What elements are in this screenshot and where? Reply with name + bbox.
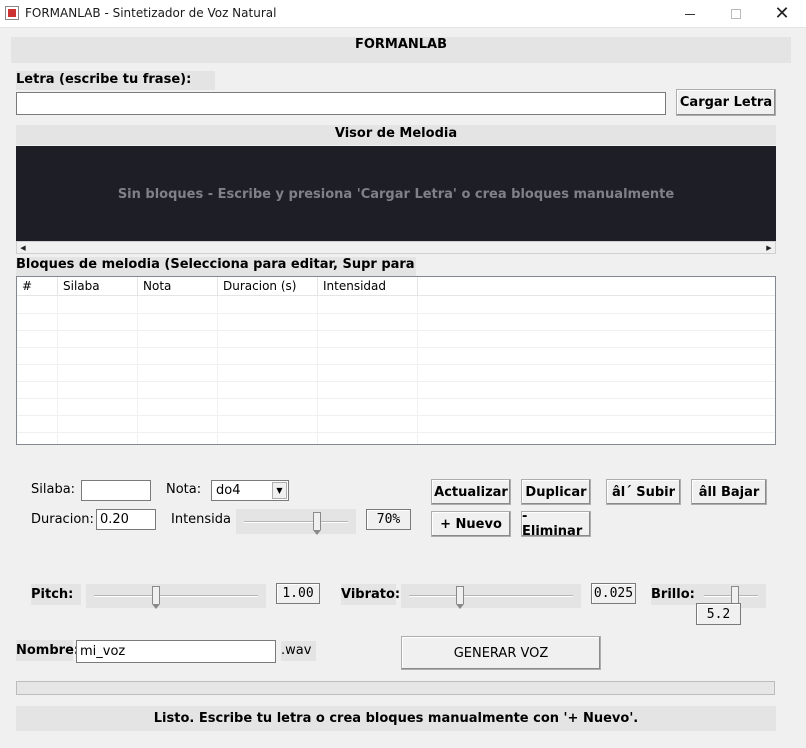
column-header-index[interactable]: # bbox=[17, 277, 58, 295]
pitch-slider-track bbox=[94, 595, 258, 597]
lyrics-label: Letra (escribe tu frase): bbox=[16, 71, 215, 90]
status-bar: Listo. Escribe tu letra o crea bloques m… bbox=[16, 706, 776, 731]
pitch-label: Pitch: bbox=[31, 584, 81, 605]
grid-row bbox=[17, 415, 775, 416]
load-lyrics-button[interactable]: Cargar Letra bbox=[676, 89, 776, 116]
grid-row bbox=[17, 364, 775, 365]
grid-column bbox=[58, 296, 138, 444]
brightness-label: Brillo: bbox=[651, 584, 696, 605]
grid-row bbox=[17, 432, 775, 433]
column-header-duration[interactable]: Duracion (s) bbox=[218, 277, 318, 295]
maximize-icon bbox=[731, 9, 741, 19]
column-header-intensity[interactable]: Intensidad bbox=[318, 277, 418, 295]
move-up-button[interactable]: âl´ Subir bbox=[606, 479, 681, 505]
vibrato-slider-track bbox=[409, 595, 573, 597]
new-block-button[interactable]: + Nuevo bbox=[431, 511, 511, 537]
duration-label: Duracion: bbox=[31, 512, 94, 527]
move-down-button[interactable]: âll Bajar bbox=[691, 479, 767, 505]
status-message: Listo. Escribe tu letra o crea bloques m… bbox=[153, 711, 639, 726]
window-title: FORMANLAB - Sintetizador de Voz Natural bbox=[25, 6, 277, 20]
intensity-slider[interactable] bbox=[236, 509, 356, 535]
grid-row bbox=[17, 398, 775, 399]
intensity-label: Intensida bbox=[171, 512, 232, 527]
minimize-icon bbox=[685, 13, 695, 15]
pitch-value: 1.00 bbox=[276, 583, 320, 604]
app-header-title: FORMANLAB bbox=[354, 37, 448, 52]
syllable-label: Silaba: bbox=[31, 482, 76, 497]
vibrato-slider[interactable] bbox=[401, 584, 581, 609]
note-select-value: do4 bbox=[216, 483, 241, 498]
scroll-left-icon[interactable]: ◀ bbox=[17, 242, 29, 253]
vibrato-value: 0.025 bbox=[591, 583, 636, 604]
brightness-value: 5.2 bbox=[696, 603, 741, 625]
intensity-slider-track bbox=[244, 520, 348, 523]
grid-column bbox=[218, 296, 318, 444]
scroll-right-icon[interactable]: ▶ bbox=[763, 242, 775, 253]
melody-viewer-empty-message: Sin bloques - Escribe y presiona 'Cargar… bbox=[117, 186, 675, 202]
filename-input[interactable] bbox=[76, 640, 276, 663]
melody-viewer-title: Visor de Melodia bbox=[16, 125, 776, 145]
note-select[interactable]: do4 ▼ bbox=[211, 480, 289, 501]
file-extension-label: .wav bbox=[281, 641, 316, 661]
lyrics-input[interactable] bbox=[16, 92, 666, 115]
grid-row bbox=[17, 347, 775, 348]
duplicate-button[interactable]: Duplicar bbox=[521, 479, 591, 505]
blocks-table-header: # Silaba Nota Duracion (s) Intensidad bbox=[17, 277, 775, 296]
column-header-syllable[interactable]: Silaba bbox=[58, 277, 138, 295]
brightness-slider-thumb[interactable] bbox=[731, 586, 740, 609]
blocks-label: Bloques de melodia (Selecciona para edit… bbox=[16, 257, 416, 276]
filename-label: Nombre: bbox=[16, 640, 79, 661]
intensity-slider-thumb[interactable] bbox=[312, 511, 321, 535]
maximize-button[interactable] bbox=[713, 0, 759, 28]
duration-input[interactable] bbox=[96, 509, 156, 530]
pitch-slider[interactable] bbox=[86, 584, 266, 609]
grid-row bbox=[17, 381, 775, 382]
blocks-table[interactable]: # Silaba Nota Duracion (s) Intensidad bbox=[16, 276, 776, 445]
vibrato-label: Vibrato: bbox=[341, 584, 400, 605]
grid-column bbox=[17, 296, 58, 444]
generation-progress-bar bbox=[16, 681, 775, 695]
melody-viewer-scrollbar[interactable]: ◀ ▶ bbox=[16, 241, 776, 254]
close-icon: ✕ bbox=[774, 3, 790, 24]
generate-voice-button[interactable]: GENERAR VOZ bbox=[401, 636, 601, 670]
vibrato-slider-thumb[interactable] bbox=[455, 586, 464, 609]
note-label: Nota: bbox=[166, 482, 202, 497]
syllable-input[interactable] bbox=[81, 480, 151, 501]
grid-row bbox=[17, 330, 775, 331]
intensity-value: 70% bbox=[366, 509, 411, 530]
minimize-button[interactable] bbox=[667, 0, 713, 28]
app-icon bbox=[5, 6, 19, 20]
grid-row bbox=[17, 313, 775, 314]
close-button[interactable]: ✕ bbox=[759, 0, 805, 28]
delete-block-button[interactable]: - Eliminar bbox=[521, 509, 591, 539]
grid-column bbox=[318, 296, 418, 444]
grid-column bbox=[138, 296, 218, 444]
app-header: FORMANLAB bbox=[11, 37, 791, 63]
pitch-slider-thumb[interactable] bbox=[152, 586, 161, 609]
chevron-down-icon[interactable]: ▼ bbox=[272, 482, 287, 499]
update-button[interactable]: Actualizar bbox=[431, 479, 511, 505]
column-header-note[interactable]: Nota bbox=[138, 277, 218, 295]
